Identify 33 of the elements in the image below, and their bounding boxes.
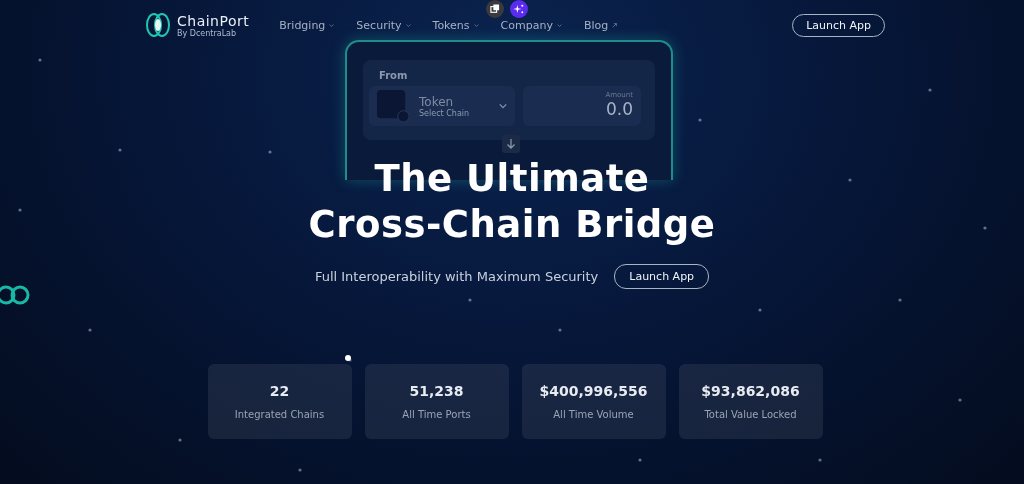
chevron-down-icon [499,103,507,109]
stat-value: $93,862,086 [701,383,800,399]
chevron-down-icon [329,22,335,28]
stat-label: Integrated Chains [234,409,325,420]
sparkle-icon[interactable] [510,0,528,18]
nav-link[interactable]: Bridging [279,18,335,32]
external-link-icon [612,22,618,28]
token-placeholder-icon [377,90,409,122]
chevron-down-icon [473,22,479,28]
token-selector[interactable]: Token Select Chain [369,86,515,126]
stat-label: All Time Ports [402,409,471,420]
from-label: From [379,70,409,81]
nav-link[interactable]: Company [500,18,562,32]
stat-value: $400,996,556 [539,383,648,399]
stat-label: Total Value Locked [704,409,797,420]
nav-link[interactable]: Tokens [432,18,479,32]
chevron-down-icon [556,22,562,28]
stat-label: All Time Volume [553,409,634,420]
hero-subtitle: Full Interoperability with Maximum Security [314,269,599,284]
arrow-down-icon[interactable] [502,135,520,153]
chevron-down-icon [405,22,411,28]
amount-field[interactable]: 0.0 [605,99,633,119]
hero-title: The Ultimate [374,156,650,202]
brand-tagline: By DcentraLab [177,28,238,38]
hero-title: Cross-Chain Bridge [308,202,716,248]
nav-link[interactable]: Blog [583,18,618,32]
stat-value: 51,238 [409,383,464,399]
stat-value: 22 [269,383,290,399]
copy-icon[interactable] [486,0,504,18]
launch-app-button[interactable]: Launch App [614,264,710,289]
logo-icon[interactable] [145,12,171,38]
brand-name[interactable]: ChainPort [177,12,250,29]
nav-link[interactable]: Security [356,18,411,32]
